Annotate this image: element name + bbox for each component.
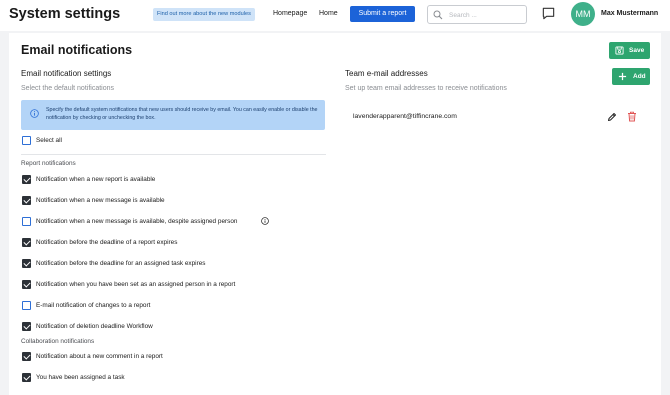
info-box: Specify the default system notifications… bbox=[21, 100, 325, 130]
search-icon bbox=[433, 10, 443, 20]
chat-icon[interactable] bbox=[541, 6, 556, 21]
checkbox-report-changes[interactable] bbox=[22, 301, 31, 310]
nav-home-link[interactable]: Home bbox=[319, 10, 338, 17]
checkbox-report-deadline[interactable] bbox=[22, 238, 31, 247]
divider bbox=[21, 154, 326, 155]
add-email-button[interactable]: Add bbox=[612, 68, 650, 85]
nav-homepage-link[interactable]: Homepage bbox=[273, 10, 307, 17]
save-button[interactable]: Save bbox=[609, 42, 650, 59]
search-box bbox=[427, 5, 527, 24]
info-text: Specify the default system notifications… bbox=[46, 107, 318, 121]
avatar[interactable]: MM bbox=[571, 2, 595, 26]
option-label: Notification of deletion deadline Workfl… bbox=[36, 323, 153, 330]
default-notifications-subheading: Select the default notifications bbox=[21, 85, 115, 92]
option-label: Notification when a new message is avail… bbox=[36, 197, 165, 204]
checkbox-new-message[interactable] bbox=[22, 196, 31, 205]
select-all-checkbox[interactable] bbox=[22, 136, 31, 145]
trash-icon[interactable] bbox=[627, 111, 637, 122]
checkbox-new-message-despite-assigned[interactable] bbox=[22, 217, 31, 226]
info-icon bbox=[30, 109, 39, 118]
option-label: Notification about a new comment in a re… bbox=[36, 353, 163, 360]
team-emails-subheading: Set up team email addresses to receive n… bbox=[345, 85, 507, 92]
option-label: You have been assigned a task bbox=[36, 374, 125, 381]
plus-icon bbox=[618, 72, 627, 81]
option-label: Notification when you have been set as a… bbox=[36, 281, 236, 288]
checkbox-new-report[interactable] bbox=[22, 175, 31, 184]
team-emails-heading: Team e-mail addresses bbox=[345, 69, 428, 78]
save-label: Save bbox=[629, 47, 645, 54]
checkbox-new-comment[interactable] bbox=[22, 352, 31, 361]
checkbox-task-assigned[interactable] bbox=[22, 373, 31, 382]
app-title: System settings bbox=[9, 6, 121, 22]
submit-report-button[interactable]: Submit a report bbox=[350, 6, 415, 22]
top-bar: System settings Find out more about the … bbox=[0, 0, 670, 31]
select-all-label: Select all bbox=[36, 137, 62, 144]
page-title: Email notifications bbox=[21, 43, 133, 57]
report-notifications-heading: Report notifications bbox=[21, 160, 76, 167]
search-input[interactable] bbox=[449, 9, 523, 21]
collaboration-notifications-heading: Collaboration notifications bbox=[21, 338, 95, 345]
pencil-icon[interactable] bbox=[607, 112, 617, 122]
option-label: Notification before the deadline for an … bbox=[36, 260, 206, 267]
info-tooltip-icon[interactable] bbox=[261, 217, 269, 225]
team-email-address: lavenderapparent@tiffincrane.com bbox=[353, 113, 457, 120]
option-label: E-mail notification of changes to a repo… bbox=[36, 302, 151, 309]
user-name[interactable]: Max Mustermann bbox=[601, 10, 658, 17]
checkbox-deletion-deadline[interactable] bbox=[22, 322, 31, 331]
checkbox-assigned-person[interactable] bbox=[22, 280, 31, 289]
new-modules-link[interactable]: Find out more about the new modules bbox=[153, 8, 255, 21]
option-label: Notification when a new report is availa… bbox=[36, 176, 156, 183]
option-label: Notification when a new message is avail… bbox=[36, 218, 238, 225]
add-label: Add bbox=[633, 73, 646, 80]
checkbox-task-deadline[interactable] bbox=[22, 259, 31, 268]
notification-settings-heading: Email notification settings bbox=[21, 69, 112, 78]
save-icon bbox=[615, 46, 624, 55]
option-label: Notification before the deadline of a re… bbox=[36, 239, 178, 246]
settings-card: Email notifications Save Email notificat… bbox=[9, 33, 661, 395]
